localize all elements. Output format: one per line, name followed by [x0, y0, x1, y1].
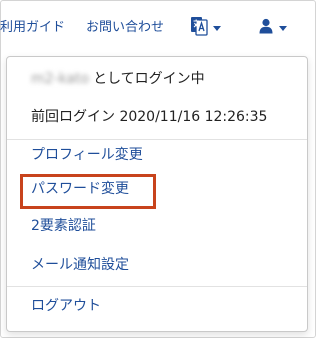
user-dropdown-menu: m2-kato としてログイン中 前回ログイン 2020/11/16 12:26:… [6, 56, 308, 332]
username-blurred: m2-kato [31, 71, 90, 87]
menu-item-password-change[interactable]: パスワード変更 [31, 179, 129, 199]
last-login-info: 前回ログイン 2020/11/16 12:26:35 [31, 109, 268, 125]
user-menu-button[interactable] [258, 17, 298, 39]
menu-item-logout[interactable]: ログアウト [31, 296, 101, 316]
menu-item-mail-notification[interactable]: メール通知設定 [31, 255, 129, 275]
menu-item-two-factor-auth[interactable]: 2要素認証 [31, 216, 96, 236]
chevron-down-icon [279, 25, 287, 31]
logged-in-status: m2-kato としてログイン中 [31, 69, 205, 89]
top-navigation-bar: 利用ガイド お問い合わせ [0, 0, 316, 58]
contact-link[interactable]: お問い合わせ [86, 19, 164, 37]
language-menu-button[interactable] [190, 17, 232, 39]
guide-link[interactable]: 利用ガイド [0, 19, 65, 37]
logged-in-suffix: としてログイン中 [93, 71, 205, 87]
user-icon [258, 18, 274, 38]
menu-divider [7, 139, 307, 140]
language-translate-icon [190, 16, 208, 40]
menu-divider [7, 286, 307, 287]
chevron-down-icon [213, 25, 221, 31]
menu-item-profile-edit[interactable]: プロフィール変更 [31, 145, 143, 165]
